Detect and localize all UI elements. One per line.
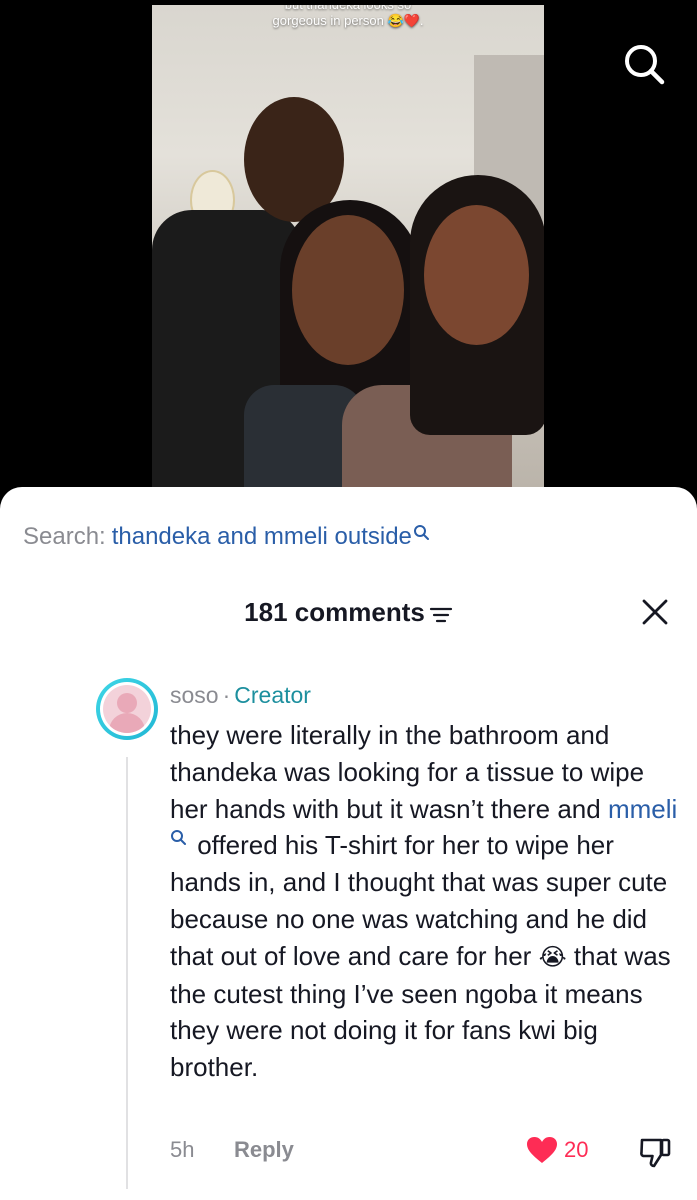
comment-time: 5h — [170, 1137, 195, 1162]
creator-badge: Creator — [234, 682, 311, 708]
video-caption-line2: gorgeous in person 😂❤️. — [272, 13, 424, 28]
search-suggestion-label: Search: — [23, 523, 106, 550]
reply-button[interactable]: Reply — [234, 1135, 294, 1165]
search-small-icon — [413, 525, 429, 540]
comment-text-part1: they were literally in the bathroom and … — [170, 720, 645, 824]
sort-icon[interactable] — [429, 605, 453, 625]
search-button[interactable] — [620, 40, 668, 88]
person-woman-face — [292, 215, 404, 365]
mention-link[interactable]: mmeli — [608, 794, 677, 824]
like-button[interactable]: 20 — [526, 1135, 588, 1165]
crying-emoji: 😭 — [538, 942, 567, 971]
comment-text: they were literally in the bathroom and … — [170, 717, 680, 1086]
search-icon — [625, 45, 665, 85]
video-caption-line1: but thandeka looks so — [152, 5, 544, 13]
like-count: 20 — [564, 1137, 589, 1162]
video-caption: but thandeka looks so gorgeous in person… — [152, 5, 544, 29]
search-suggestion[interactable]: Search: thandeka and mmeli outside — [23, 522, 429, 552]
comment-username[interactable]: soso — [170, 682, 219, 708]
separator-dot: · — [222, 682, 231, 708]
video-thumbnail[interactable]: but thandeka looks so gorgeous in person… — [152, 5, 544, 505]
close-button[interactable] — [640, 597, 670, 627]
search-small-icon — [171, 830, 186, 846]
person-woman2-face — [424, 205, 529, 345]
comment-footer: 5h Reply 20 — [170, 1135, 680, 1168]
comments-count: 181 comments — [244, 597, 425, 627]
avatar[interactable] — [96, 678, 158, 740]
close-icon — [642, 599, 668, 625]
avatar-image — [103, 685, 151, 733]
comment-header: soso · Creator — [170, 681, 311, 709]
search-suggestion-query[interactable]: thandeka and mmeli outside — [112, 523, 412, 550]
thumbs-down-icon — [640, 1138, 671, 1168]
comments-header: 181 comments — [0, 595, 697, 629]
thread-line — [126, 757, 128, 1189]
comments-sheet: Search: thandeka and mmeli outside 181 co… — [0, 487, 697, 1200]
heart-icon — [527, 1137, 557, 1163]
video-area[interactable]: but thandeka looks so gorgeous in person… — [0, 0, 697, 520]
dislike-button[interactable] — [638, 1135, 672, 1177]
